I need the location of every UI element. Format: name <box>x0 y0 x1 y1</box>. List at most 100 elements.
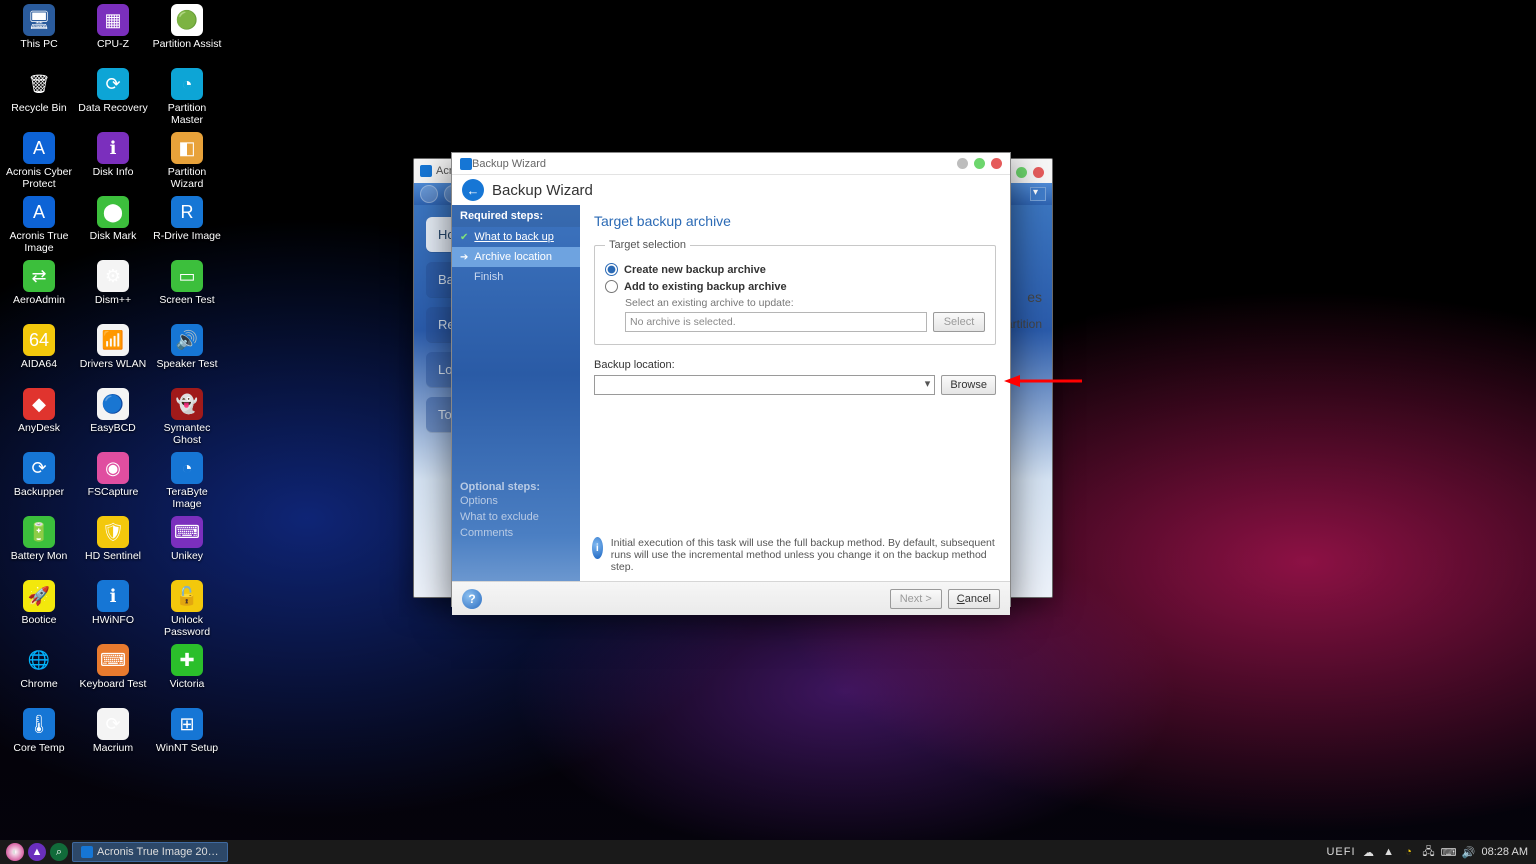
app-icon: ⟳ <box>97 708 129 740</box>
app-icon: ℹ <box>97 580 129 612</box>
radio-add-existing[interactable]: Add to existing backup archive <box>605 280 985 293</box>
desktop-icon-acronis-true-image[interactable]: A Acronis True Image <box>2 196 76 256</box>
desktop-icon-disk-mark[interactable]: ⬤ Disk Mark <box>76 196 150 256</box>
step-what-to-backup[interactable]: What to back up <box>452 227 580 247</box>
desktop-icon-keyboard-test[interactable]: ⌨ Keyboard Test <box>76 644 150 704</box>
taskbar-app-2[interactable]: ⌕ <box>50 843 68 861</box>
desktop-icon-recycle-bin[interactable]: 🗑 Recycle Bin <box>2 68 76 128</box>
step-archive-location[interactable]: Archive location <box>452 247 580 267</box>
app-icon: ◆ <box>23 388 55 420</box>
next-button[interactable]: Next > <box>890 589 942 609</box>
icon-label: WinNT Setup <box>156 742 218 754</box>
icon-label: Partition Assist <box>153 38 222 50</box>
taskbar-active-app[interactable]: Acronis True Image 20… <box>72 842 228 862</box>
desktop-icon-core-temp[interactable]: 🌡 Core Temp <box>2 708 76 768</box>
icon-label: Bootice <box>21 614 56 626</box>
start-button[interactable]: ◐ <box>6 843 24 861</box>
back-icon[interactable]: ← <box>462 179 484 201</box>
help-icon[interactable]: ? <box>462 589 482 609</box>
tray-icon-3[interactable]: ◔ <box>1402 845 1416 859</box>
nav-back-icon[interactable] <box>420 185 438 203</box>
existing-archive-field <box>625 312 927 332</box>
uefi-label: UEFI <box>1326 846 1355 858</box>
app-icon: 64 <box>23 324 55 356</box>
tray-keyboard-icon[interactable]: ⌨ <box>1442 845 1456 859</box>
desktop-icon-cpu-z[interactable]: ▦ CPU-Z <box>76 4 150 64</box>
icon-label: FSCapture <box>88 486 139 498</box>
icon-label: HD Sentinel <box>85 550 141 562</box>
tray-clock[interactable]: 08:28 AM <box>1482 846 1528 858</box>
select-button[interactable]: Select <box>933 312 985 332</box>
desktop-icon-winnt-setup[interactable]: ⊞ WinNT Setup <box>150 708 224 768</box>
backup-wizard-dialog: Backup Wizard ← Backup Wizard Required s… <box>451 152 1011 607</box>
icon-label: Screen Test <box>159 294 214 306</box>
close-button[interactable] <box>1033 167 1044 178</box>
radio-create-new-input[interactable] <box>605 263 618 276</box>
backup-location-combo[interactable] <box>594 375 935 395</box>
icon-label: Recycle Bin <box>11 102 66 114</box>
dialog-minimize-button[interactable] <box>957 158 968 169</box>
desktop-icon-fscapture[interactable]: ◉ FSCapture <box>76 452 150 512</box>
wizard-main-panel: Target backup archive Target selection C… <box>580 205 1010 581</box>
icon-label: Dism++ <box>95 294 131 306</box>
step-options: Options <box>460 493 572 509</box>
icon-label: Disk Info <box>93 166 134 178</box>
icon-label: Unlock Password <box>151 614 223 638</box>
desktop-icon-dism-[interactable]: ⚙ Dism++ <box>76 260 150 320</box>
desktop-icon-aeroadmin[interactable]: ⇄ AeroAdmin <box>2 260 76 320</box>
desktop-icon-symantec-ghost[interactable]: 👻 Symantec Ghost <box>150 388 224 448</box>
app-icon: ⚙ <box>97 260 129 292</box>
desktop-icon-unikey[interactable]: ⌨ Unikey <box>150 516 224 576</box>
app-icon: 🟢 <box>171 4 203 36</box>
wizard-footer: ? Next > Cancel <box>452 581 1010 615</box>
taskbar-app-1[interactable]: ▲ <box>28 843 46 861</box>
page-heading: Target backup archive <box>594 213 996 229</box>
target-selection-legend: Target selection <box>605 239 690 251</box>
desktop-icon-this-pc[interactable]: 🖥 This PC <box>2 4 76 64</box>
icon-label: AeroAdmin <box>13 294 65 306</box>
tray-icon-2[interactable]: ▲ <box>1382 845 1396 859</box>
desktop-icon-drivers-wlan[interactable]: 📶 Drivers WLAN <box>76 324 150 384</box>
desktop-icon-partition-assist[interactable]: 🟢 Partition Assist <box>150 4 224 64</box>
desktop-icon-victoria[interactable]: ✚ Victoria <box>150 644 224 704</box>
desktop-icon-anydesk[interactable]: ◆ AnyDesk <box>2 388 76 448</box>
cancel-button[interactable]: Cancel <box>948 589 1000 609</box>
desktop-icon-partition-master[interactable]: ◔ Partition Master <box>150 68 224 128</box>
tray-volume-icon[interactable]: 🔊 <box>1462 845 1476 859</box>
desktop-icon-acronis-cyber-protect[interactable]: A Acronis Cyber Protect <box>2 132 76 192</box>
radio-add-existing-input[interactable] <box>605 280 618 293</box>
toolbar-menu[interactable] <box>1030 187 1046 201</box>
desktop-icon-data-recovery[interactable]: ⟳ Data Recovery <box>76 68 150 128</box>
desktop-icon-terabyte-image[interactable]: ◔ TeraByte Image <box>150 452 224 512</box>
icon-label: CPU-Z <box>97 38 129 50</box>
step-finish: Finish <box>452 267 580 287</box>
desktop-icon-battery-mon[interactable]: 🔋 Battery Mon <box>2 516 76 576</box>
radio-create-new[interactable]: Create new backup archive <box>605 263 985 276</box>
desktop-icon-disk-info[interactable]: ℹ Disk Info <box>76 132 150 192</box>
desktop-icon-chrome[interactable]: 🌐 Chrome <box>2 644 76 704</box>
dialog-maximize-button[interactable] <box>974 158 985 169</box>
desktop-icon-partition-wizard[interactable]: ◧ Partition Wizard <box>150 132 224 192</box>
desktop-icon-screen-test[interactable]: ▭ Screen Test <box>150 260 224 320</box>
desktop-icon-hd-sentinel[interactable]: 🛡 HD Sentinel <box>76 516 150 576</box>
system-tray: UEFI ☁ ▲ ◔ 🖧 ⌨ 🔊 08:28 AM <box>1318 845 1536 859</box>
tray-icon-1[interactable]: ☁ <box>1362 845 1376 859</box>
icon-label: Core Temp <box>13 742 64 754</box>
app-icon: 🌡 <box>23 708 55 740</box>
desktop-icon-easybcd[interactable]: 🔵 EasyBCD <box>76 388 150 448</box>
desktop-icon-speaker-test[interactable]: 🔊 Speaker Test <box>150 324 224 384</box>
maximize-button[interactable] <box>1016 167 1027 178</box>
desktop-icon-r-drive-image[interactable]: R R-Drive Image <box>150 196 224 256</box>
desktop-icon-aida64[interactable]: 64 AIDA64 <box>2 324 76 384</box>
icon-label: Disk Mark <box>90 230 137 242</box>
browse-button[interactable]: Browse <box>941 375 996 395</box>
dialog-close-button[interactable] <box>991 158 1002 169</box>
desktop-icon-hwinfo[interactable]: ℹ HWiNFO <box>76 580 150 640</box>
taskbar: ◐ ▲ ⌕ Acronis True Image 20… UEFI ☁ ▲ ◔ … <box>0 840 1536 864</box>
desktop-icon-bootice[interactable]: 🚀 Bootice <box>2 580 76 640</box>
radio-add-existing-label: Add to existing backup archive <box>624 281 787 293</box>
desktop-icon-unlock-password[interactable]: 🔓 Unlock Password <box>150 580 224 640</box>
tray-network-icon[interactable]: 🖧 <box>1422 845 1436 859</box>
desktop-icon-backupper[interactable]: ⟳ Backupper <box>2 452 76 512</box>
desktop-icon-macrium[interactable]: ⟳ Macrium <box>76 708 150 768</box>
